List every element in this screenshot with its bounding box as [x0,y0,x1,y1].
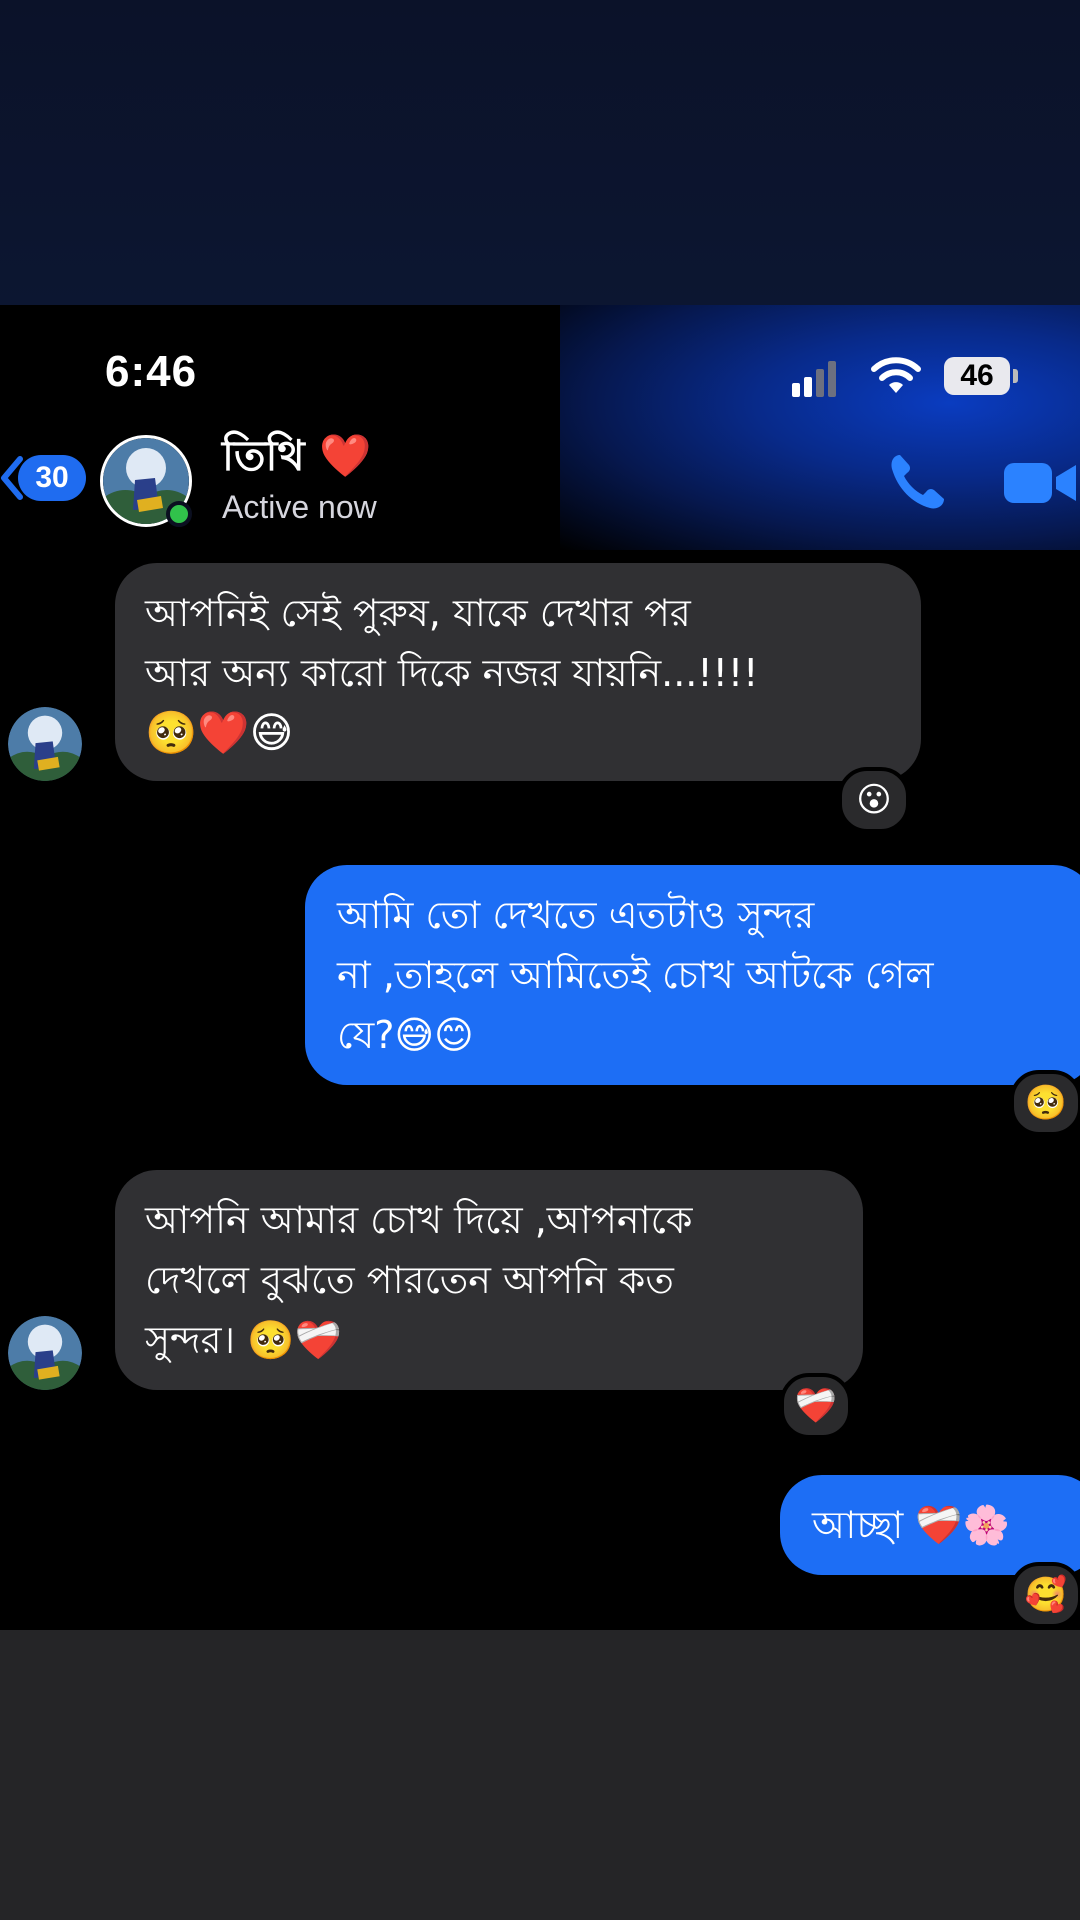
message-reaction[interactable]: 😮 [838,767,910,833]
message-reaction[interactable]: 🥺 [1010,1070,1080,1136]
wifi-icon [871,357,921,393]
outgoing-message-bubble[interactable]: আচ্ছা ❤️‍🩹🌸 [780,1475,1080,1575]
message-text-line: সুন্দর। 🥺❤️‍🩹 [145,1318,342,1362]
header-glow [560,305,1080,550]
active-status: Active now [222,489,377,525]
outgoing-message-bubble[interactable]: আমি তো দেখতে এতটাও সুন্দর না ,তাহলে আমিত… [305,865,1080,1085]
message-text-line: আর অন্য কারো দিকে নজর যায়নি...!!!! [145,651,759,695]
battery-level: 46 [944,357,1010,395]
signal-icon [792,361,852,397]
status-time: 6:46 [105,347,198,396]
message-text-line: আপনিই সেই পুরুষ, যাকে দেখার পর [145,591,691,635]
sender-avatar[interactable] [8,707,82,781]
message-text-line: না ,তাহলে আমিতেই চোখ আটকে গেল [337,953,934,997]
message-emoji-line: 🥺❤️😅 [145,708,294,757]
video-call-icon[interactable] [1000,457,1080,509]
message-text-line: দেখলে বুঝতে পারতেন আপনি কত [145,1258,674,1302]
incoming-message-bubble[interactable]: আপনিই সেই পুরুষ, যাকে দেখার পর আর অন্য ক… [115,563,921,781]
online-indicator [166,501,192,527]
message-reaction[interactable]: 🥰 [1010,1562,1080,1628]
message-text-line: আচ্ছা ❤️‍🩹🌸 [812,1503,1011,1547]
message-text-line: আমি তো দেখতে এতটাও সুন্দর [337,893,815,937]
top-background [0,0,1080,305]
message-text-line: যে?😅😊 [337,1013,474,1057]
contact-name[interactable]: তিথি ❤️ [222,423,372,494]
phone-call-icon[interactable] [886,451,948,513]
message-text-line: আপনি আমার চোখ দিয়ে ,আপনাকে [145,1198,693,1242]
incoming-message-bubble[interactable]: আপনি আমার চোখ দিয়ে ,আপনাকে দেখলে বুঝতে … [115,1170,863,1390]
bottom-background [0,1630,1080,1920]
message-reaction[interactable]: ❤️‍🩹 [780,1373,852,1439]
battery-icon: 46 [944,357,1020,395]
unread-count-badge[interactable]: 30 [18,455,86,501]
messenger-screen: 6:46 46 30 তিথি ❤️ Active now আপনিই সেই … [0,305,1080,1630]
sender-avatar[interactable] [8,1316,82,1390]
